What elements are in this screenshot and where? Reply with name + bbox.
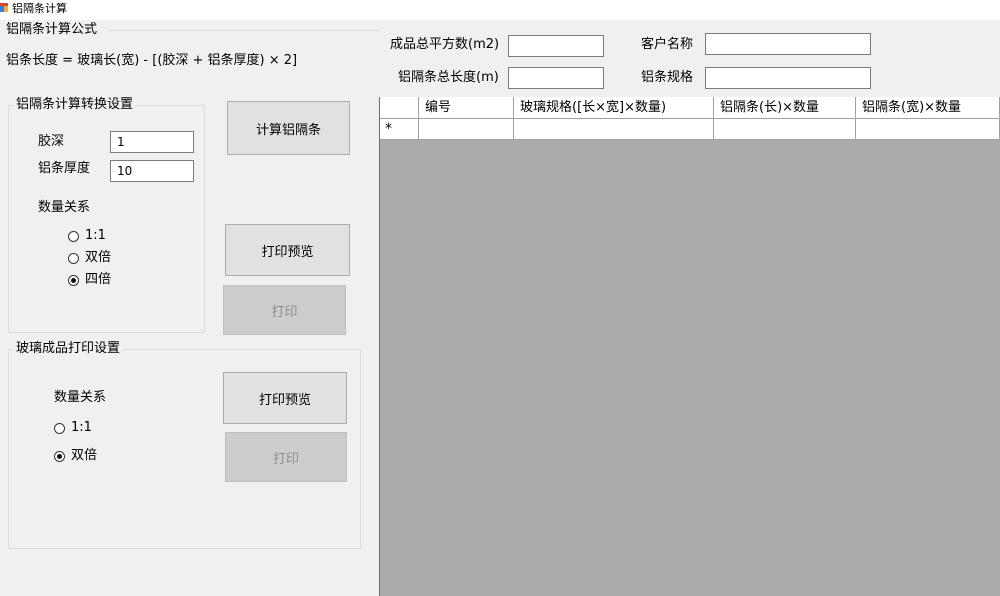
formula-text: 铝条长度 = 玻璃长(宽) - [(胶深 + 铝条厚度) × 2] [6,53,298,68]
grid-cell[interactable] [419,119,514,140]
grid-header-row: 编号 玻璃规格([长×宽]×数量) 铝隔条(长)×数量 铝隔条(宽)×数量 [380,97,1000,119]
calculate-button[interactable]: 计算铝隔条 [227,101,350,155]
total-area-label: 成品总平方数(m2) [390,37,500,52]
radio-label: 1:1 [71,420,92,435]
print-button-2[interactable]: 打印 [225,432,347,482]
app-icon [0,3,8,12]
grid-cell[interactable] [856,119,1000,140]
grid-column-header-glass-spec[interactable]: 玻璃规格([长×宽]×数量) [514,97,714,119]
radio-label: 双倍 [71,448,98,463]
print-preview-button-2[interactable]: 打印预览 [223,372,347,424]
customer-label: 客户名称 [641,37,694,52]
radio-label: 1:1 [85,228,106,243]
conversion-radio-double[interactable]: 双倍 [68,250,111,266]
formula-divider [110,30,378,31]
quantity-relation-label: 数量关系 [38,200,91,215]
glass-radio-double[interactable]: 双倍 [54,448,97,464]
radio-circle-icon [68,252,79,264]
conversion-radio-1-1[interactable]: 1:1 [68,228,106,244]
customer-name-field[interactable] [705,33,871,55]
print-preview-button-1[interactable]: 打印预览 [225,224,350,276]
radio-checked-icon [54,450,65,462]
radio-checked-icon [68,274,79,286]
grid-new-row[interactable]: * [380,119,1000,140]
total-length-field[interactable] [508,67,604,89]
new-row-marker: * [380,119,419,140]
conversion-settings-title: 铝隔条计算转换设置 [14,97,136,113]
glue-depth-input[interactable] [110,131,194,153]
grid-row-header-corner [380,97,419,119]
print-button-1[interactable]: 打印 [223,285,346,335]
glue-depth-label: 胶深 [38,134,65,149]
total-length-label: 铝隔条总长度(m) [398,70,499,85]
grid-column-header-strip-length[interactable]: 铝隔条(长)×数量 [714,97,856,119]
thickness-input[interactable] [110,160,194,182]
radio-label: 四倍 [85,272,112,287]
glass-radio-1-1[interactable]: 1:1 [54,420,92,436]
radio-circle-icon [68,230,79,242]
total-area-field[interactable] [508,35,604,57]
grid-cell[interactable] [514,119,714,140]
glass-print-settings-title: 玻璃成品打印设置 [14,341,123,357]
data-grid[interactable]: 编号 玻璃规格([长×宽]×数量) 铝隔条(长)×数量 铝隔条(宽)×数量 * [379,97,1000,596]
radio-circle-icon [54,422,65,434]
conversion-radio-quadruple[interactable]: 四倍 [68,272,111,288]
grid-column-header-number[interactable]: 编号 [419,97,514,119]
window-title: 铝隔条计算 [12,2,67,15]
spec-label: 铝条规格 [641,70,694,85]
grid-column-header-strip-width[interactable]: 铝隔条(宽)×数量 [856,97,1000,119]
formula-section-title: 铝隔条计算公式 [6,22,98,37]
glass-quantity-label: 数量关系 [54,390,107,405]
radio-label: 双倍 [85,250,112,265]
thickness-label: 铝条厚度 [38,161,91,176]
spec-field[interactable] [705,67,871,89]
title-bar [0,0,1000,20]
grid-cell[interactable] [714,119,856,140]
